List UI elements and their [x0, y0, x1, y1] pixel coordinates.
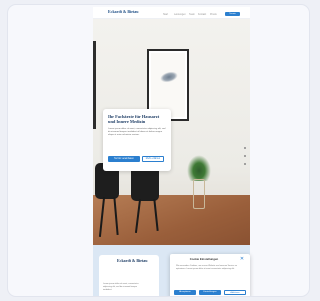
nav-link-2[interactable]: Leistungen [174, 13, 186, 16]
cookie-deny-button[interactable]: Ablehnen [224, 290, 246, 295]
cookie-text: Wir verwenden Cookies, um unsere Website… [176, 265, 237, 270]
nav-link-5[interactable]: Praxis [210, 13, 217, 16]
intro-text: Lorem ipsum dolor sit amet, consectetur … [103, 283, 139, 291]
nav-link-3[interactable]: Team [189, 13, 195, 16]
primary-cta-button[interactable]: Termin vereinbaren [108, 156, 140, 162]
secondary-cta-button[interactable]: Mehr erfahren [142, 156, 164, 162]
nav-link-1[interactable]: Start [163, 13, 168, 16]
cookie-banner: Cookie Einstellungen ✕ Wir verwenden Coo… [170, 254, 250, 296]
left-picture-frame [93, 41, 96, 129]
top-navigation: Eckardt & Bietau Start Leistungen Team K… [93, 7, 250, 19]
hero-title: Ihr Fachärzte für Hausarzt und Innere Me… [108, 114, 160, 124]
intro-title: Eckardt & Bietau [117, 258, 148, 263]
hero-card: Ihr Fachärzte für Hausarzt und Innere Me… [103, 109, 171, 171]
slider-dot[interactable] [244, 163, 246, 165]
plant-stand [193, 179, 205, 209]
slider-dot[interactable] [244, 155, 246, 157]
slider-dots [243, 147, 247, 173]
site-logo[interactable]: Eckardt & Bietau [108, 9, 138, 14]
nav-cta-button[interactable]: Termin [225, 12, 240, 16]
cookie-title: Cookie Einstellungen [189, 257, 219, 261]
slider-dot[interactable] [244, 147, 246, 149]
hero-section: Ihr Fachärzte für Hausarzt und Innere Me… [93, 19, 250, 245]
cookie-accept-button[interactable]: Akzeptieren [174, 290, 196, 295]
close-icon[interactable]: ✕ [239, 256, 245, 262]
cookie-settings-button[interactable]: Einstellungen [199, 290, 221, 295]
wall-art [151, 53, 185, 117]
potted-plant [187, 155, 211, 181]
hero-buttons: Termin vereinbaren Mehr erfahren [108, 156, 166, 162]
nav-link-4[interactable]: Kontakt [198, 13, 206, 16]
preview-card: Eckardt & Bietau Start Leistungen Team K… [7, 4, 310, 297]
hero-text: Lorem ipsum dolor sit amet, consectetur … [108, 128, 166, 136]
